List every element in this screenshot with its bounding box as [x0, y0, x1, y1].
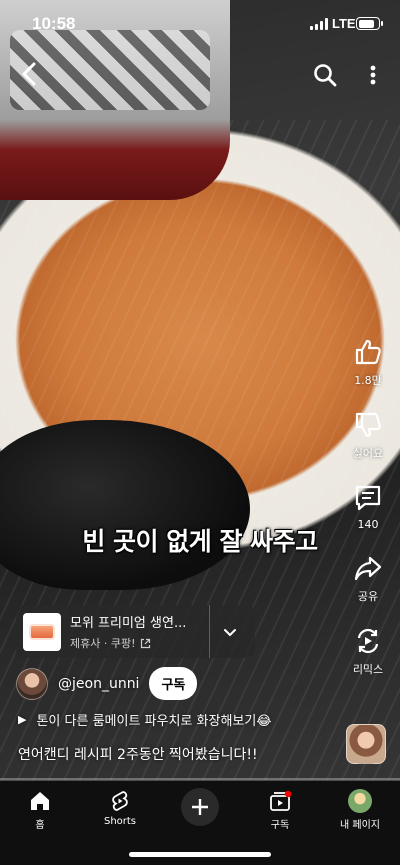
video-caption: 빈 곳이 없게 잘 싸주고 [82, 527, 318, 556]
sound-thumbnail[interactable] [346, 724, 386, 764]
network-label: LTE [332, 16, 356, 31]
dislike-button[interactable]: 싫어요 [348, 408, 388, 461]
remix-button[interactable]: 리믹스 [348, 624, 388, 677]
shorts-icon [112, 791, 128, 811]
battery-icon [356, 17, 383, 30]
remix-icon [351, 624, 385, 658]
thumbs-down-icon [351, 408, 385, 442]
nav-profile-label: 내 페이지 [340, 820, 380, 831]
like-button[interactable]: 1.8만 [348, 335, 388, 388]
comments-button[interactable]: 140 [348, 481, 388, 531]
product-card[interactable]: 모위 프리미엄 생연... 제휴사 · 쿠팡! [16, 605, 255, 658]
comment-icon [351, 481, 385, 515]
home-icon [31, 792, 49, 810]
channel-handle[interactable]: @jeon_unni [58, 676, 139, 692]
subscriptions-icon [270, 790, 292, 811]
profile-avatar [348, 789, 372, 813]
nav-home[interactable]: 홈 [0, 789, 80, 831]
nav-shorts[interactable]: Shorts [80, 789, 160, 827]
share-button[interactable]: 공유 [348, 551, 388, 604]
status-bar: 10:58 LTE [0, 0, 400, 50]
video-description[interactable]: 연어캔디 레시피 2주동안 찍어봤습니다!! [18, 744, 258, 764]
back-button[interactable] [16, 60, 44, 88]
action-rail: 1.8만 싫어요 140 공유 리믹스 [348, 335, 388, 697]
chevron-left-icon [22, 62, 36, 86]
plus-icon [192, 799, 208, 815]
music-row[interactable]: ▶ 톤이 다른 룸메이트 파우치로 화장해보기😂 [18, 710, 272, 729]
create-button[interactable] [181, 788, 219, 826]
nav-home-label: 홈 [35, 820, 45, 831]
external-link-icon [140, 638, 150, 648]
chevron-down-icon [224, 628, 236, 636]
channel-avatar[interactable] [16, 667, 48, 700]
channel-row: @jeon_unni 구독 [16, 667, 198, 700]
product-seller: 제휴사 · 쿠팡! [70, 635, 200, 651]
play-icon: ▶ [18, 713, 27, 726]
product-title: 모위 프리미엄 생연... [70, 616, 187, 631]
nav-profile[interactable]: 내 페이지 [320, 789, 400, 831]
share-label: 공유 [357, 590, 379, 603]
battery-fill [358, 19, 374, 28]
signal-icon [310, 18, 328, 30]
home-indicator [129, 852, 271, 857]
nav-subscriptions[interactable]: 구독 [240, 789, 320, 831]
product-expand-button[interactable] [210, 624, 250, 640]
product-info: 모위 프리미엄 생연... 제휴사 · 쿠팡! [70, 612, 200, 651]
thumbs-up-icon [351, 335, 385, 369]
nav-subscriptions-label: 구독 [270, 820, 290, 831]
subscribe-button[interactable]: 구독 [149, 667, 198, 700]
comment-count: 140 [357, 518, 379, 531]
music-title: 톤이 다른 룸메이트 파우치로 화장해보기😂 [36, 714, 272, 729]
nav-shorts-label: Shorts [103, 816, 137, 827]
remix-label: 리믹스 [352, 663, 384, 676]
more-button[interactable] [364, 62, 382, 88]
product-thumbnail [23, 612, 61, 651]
search-icon [314, 64, 337, 87]
dislike-label: 싫어요 [352, 447, 384, 460]
status-time: 10:58 [32, 14, 76, 33]
search-button[interactable] [312, 62, 338, 88]
product-seller-text: 제휴사 · 쿠팡! [70, 637, 136, 650]
video-frame[interactable] [0, 0, 400, 780]
share-icon [351, 551, 385, 585]
more-vertical-icon [370, 65, 376, 85]
like-count: 1.8만 [354, 374, 382, 387]
